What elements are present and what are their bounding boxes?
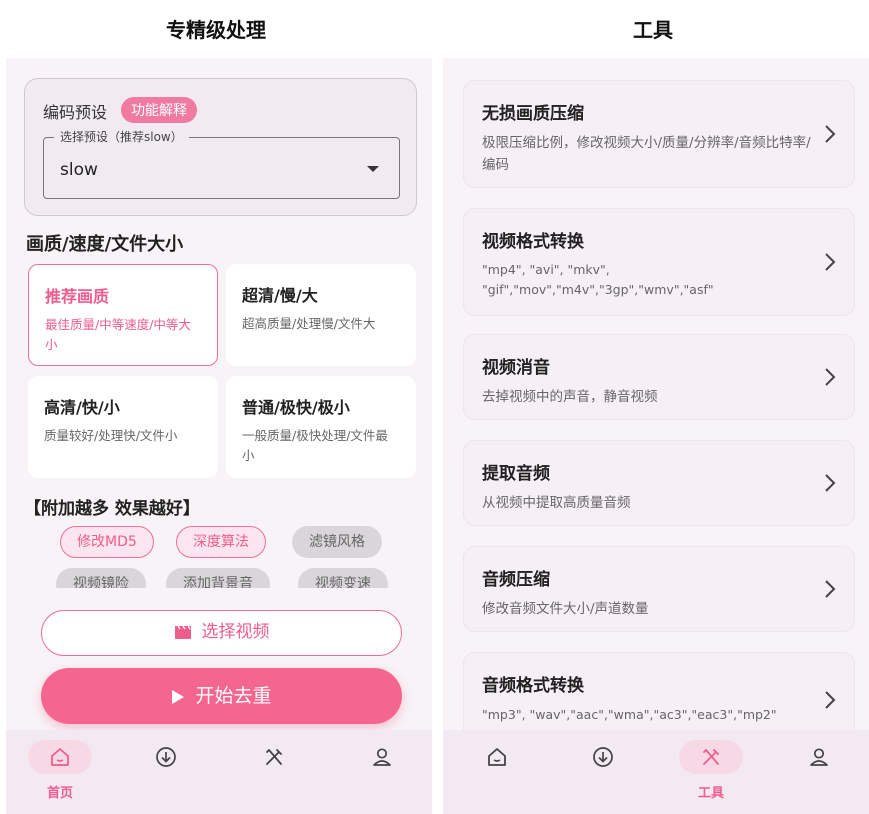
option-desc: 超高质量/处理慢/文件大 bbox=[242, 316, 376, 331]
preset-select[interactable]: 选择预设（推荐slow） slow bbox=[43, 128, 400, 199]
chevron-right-icon bbox=[825, 368, 836, 386]
nav-download[interactable] bbox=[126, 740, 206, 810]
start-dedup-button[interactable]: 开始去重 bbox=[41, 668, 402, 724]
bottom-nav: 首页 bbox=[6, 730, 432, 814]
tool-title: 音频压缩 bbox=[482, 570, 550, 590]
tools-icon bbox=[266, 749, 282, 765]
chevron-right-icon bbox=[825, 580, 836, 598]
download-icon bbox=[156, 747, 176, 767]
nav-tools[interactable]: 工具 bbox=[671, 740, 751, 810]
preset-select-legend: 选择预设（推荐slow） bbox=[54, 128, 189, 145]
nav-tools-label: 工具 bbox=[697, 786, 724, 801]
tool-audio-compress[interactable]: 音频压缩 修改音频文件大小/声道数量 bbox=[463, 546, 855, 632]
tool-title: 视频格式转换 bbox=[482, 232, 584, 252]
explain-button[interactable]: 功能解释 bbox=[121, 97, 197, 123]
tool-desc: 极限压缩比例，修改视频大小/质量/分辨率/音频比特率/编码 bbox=[482, 135, 811, 173]
tool-title: 音频格式转换 bbox=[482, 676, 584, 696]
clapperboard-icon bbox=[174, 625, 191, 639]
tool-title: 视频消音 bbox=[482, 358, 550, 378]
tool-mute-video[interactable]: 视频消音 去掉视频中的声音，静音视频 bbox=[463, 334, 855, 420]
chevron-right-icon bbox=[825, 125, 836, 143]
start-dedup-label: 开始去重 bbox=[195, 685, 272, 707]
nav-pill bbox=[465, 740, 529, 774]
nav-profile[interactable] bbox=[779, 740, 859, 810]
tool-desc: "mp3", "wav","aac","wma","ac3","eac3","m… bbox=[482, 707, 777, 722]
chip-video-mirror[interactable]: 视频镜险 bbox=[56, 568, 146, 588]
tool-desc: 修改音频文件大小/声道数量 bbox=[482, 601, 649, 617]
chip-modify-md5[interactable]: 修改MD5 bbox=[60, 526, 154, 558]
quality-option-recommended[interactable]: 推荐画质 最佳质量/中等速度/中等大小 bbox=[28, 264, 218, 366]
nav-pill bbox=[242, 740, 306, 774]
tool-desc: 去掉视频中的声音，静音视频 bbox=[482, 389, 658, 405]
nav-pill bbox=[28, 740, 92, 774]
addon-section-title: 【附加越多 效果越好】 bbox=[24, 499, 200, 519]
app-screen: 无损画质压缩 极限压缩比例，修改视频大小/质量/分辨率/音频比特率/编码 视频格… bbox=[443, 58, 869, 814]
panel-title: 专精级处理 bbox=[166, 18, 266, 42]
profile-icon bbox=[373, 748, 391, 766]
addon-chips: 修改MD5 深度算法 滤镜风格 视频镜险 添加背景音 视频变速 bbox=[6, 524, 432, 588]
panel-title: 工具 bbox=[633, 18, 673, 42]
nav-tools[interactable] bbox=[234, 740, 314, 810]
chip-add-bgm[interactable]: 添加背景音 bbox=[166, 568, 270, 588]
download-icon bbox=[593, 747, 613, 767]
preset-label: 编码预设 bbox=[43, 103, 108, 122]
dropdown-arrow-icon bbox=[367, 166, 379, 172]
nav-home[interactable]: 首页 bbox=[20, 740, 100, 810]
preset-select-value: slow bbox=[60, 160, 98, 180]
option-title: 超清/慢/大 bbox=[242, 286, 318, 305]
home-icon bbox=[488, 748, 506, 766]
option-title: 普通/极快/极小 bbox=[242, 398, 350, 417]
nav-pill bbox=[571, 740, 635, 774]
nav-pill bbox=[134, 740, 198, 774]
option-desc: 一般质量/极快处理/文件最小 bbox=[242, 428, 388, 463]
quality-option-normal[interactable]: 普通/极快/极小 一般质量/极快处理/文件最小 bbox=[226, 376, 416, 478]
nav-pill bbox=[350, 740, 414, 774]
bottom-nav: 工具 bbox=[443, 730, 869, 814]
play-icon bbox=[172, 689, 185, 704]
left-screenshot: 专精级处理 编码预设 功能解释 选择预设（推荐slow） slow 画质/速度/… bbox=[0, 0, 432, 814]
select-video-label: 选择视频 bbox=[201, 622, 270, 642]
nav-pill bbox=[679, 740, 743, 774]
tool-video-format-convert[interactable]: 视频格式转换 "mp4", "avi", "mkv", "gif","mov",… bbox=[463, 208, 855, 316]
chip-video-speed[interactable]: 视频变速 bbox=[298, 568, 388, 588]
tools-icon bbox=[703, 749, 719, 765]
option-title: 推荐画质 bbox=[45, 287, 110, 306]
tool-lossless-compress[interactable]: 无损画质压缩 极限压缩比例，修改视频大小/质量/分辨率/音频比特率/编码 bbox=[463, 80, 855, 188]
tool-extract-audio[interactable]: 提取音频 从视频中提取高质量音频 bbox=[463, 440, 855, 526]
app-screen: 编码预设 功能解释 选择预设（推荐slow） slow 画质/速度/文件大小 推… bbox=[6, 58, 432, 814]
nav-home-label: 首页 bbox=[46, 786, 73, 801]
nav-download[interactable] bbox=[563, 740, 643, 810]
nav-profile[interactable] bbox=[342, 740, 422, 810]
chip-filter-style[interactable]: 滤镜风格 bbox=[292, 526, 382, 558]
chevron-right-icon bbox=[825, 474, 836, 492]
tool-title: 无损画质压缩 bbox=[482, 104, 584, 124]
option-title: 高清/快/小 bbox=[44, 398, 120, 417]
chip-deep-algorithm[interactable]: 深度算法 bbox=[176, 526, 266, 558]
nav-pill bbox=[787, 740, 851, 774]
quality-option-ultra[interactable]: 超清/慢/大 超高质量/处理慢/文件大 bbox=[226, 264, 416, 366]
option-desc: 质量较好/处理快/文件小 bbox=[44, 428, 178, 443]
preset-card: 编码预设 功能解释 选择预设（推荐slow） slow bbox=[24, 78, 417, 216]
profile-icon bbox=[810, 748, 828, 766]
home-icon bbox=[51, 748, 69, 766]
quality-option-hd[interactable]: 高清/快/小 质量较好/处理快/文件小 bbox=[28, 376, 218, 478]
select-video-button[interactable]: 选择视频 bbox=[41, 610, 402, 656]
option-desc: 最佳质量/中等速度/中等大小 bbox=[45, 317, 191, 352]
tool-desc: 从视频中提取高质量音频 bbox=[482, 495, 631, 511]
chevron-right-icon bbox=[825, 691, 836, 709]
nav-home[interactable] bbox=[457, 740, 537, 810]
tool-title: 提取音频 bbox=[482, 464, 550, 484]
right-screenshot: 工具 无损画质压缩 极限压缩比例，修改视频大小/质量/分辨率/音频比特率/编码 … bbox=[437, 0, 869, 814]
quality-section-title: 画质/速度/文件大小 bbox=[26, 234, 184, 255]
tool-desc: "mp4", "avi", "mkv", "gif","mov","m4v","… bbox=[482, 262, 714, 297]
chevron-right-icon bbox=[825, 253, 836, 271]
